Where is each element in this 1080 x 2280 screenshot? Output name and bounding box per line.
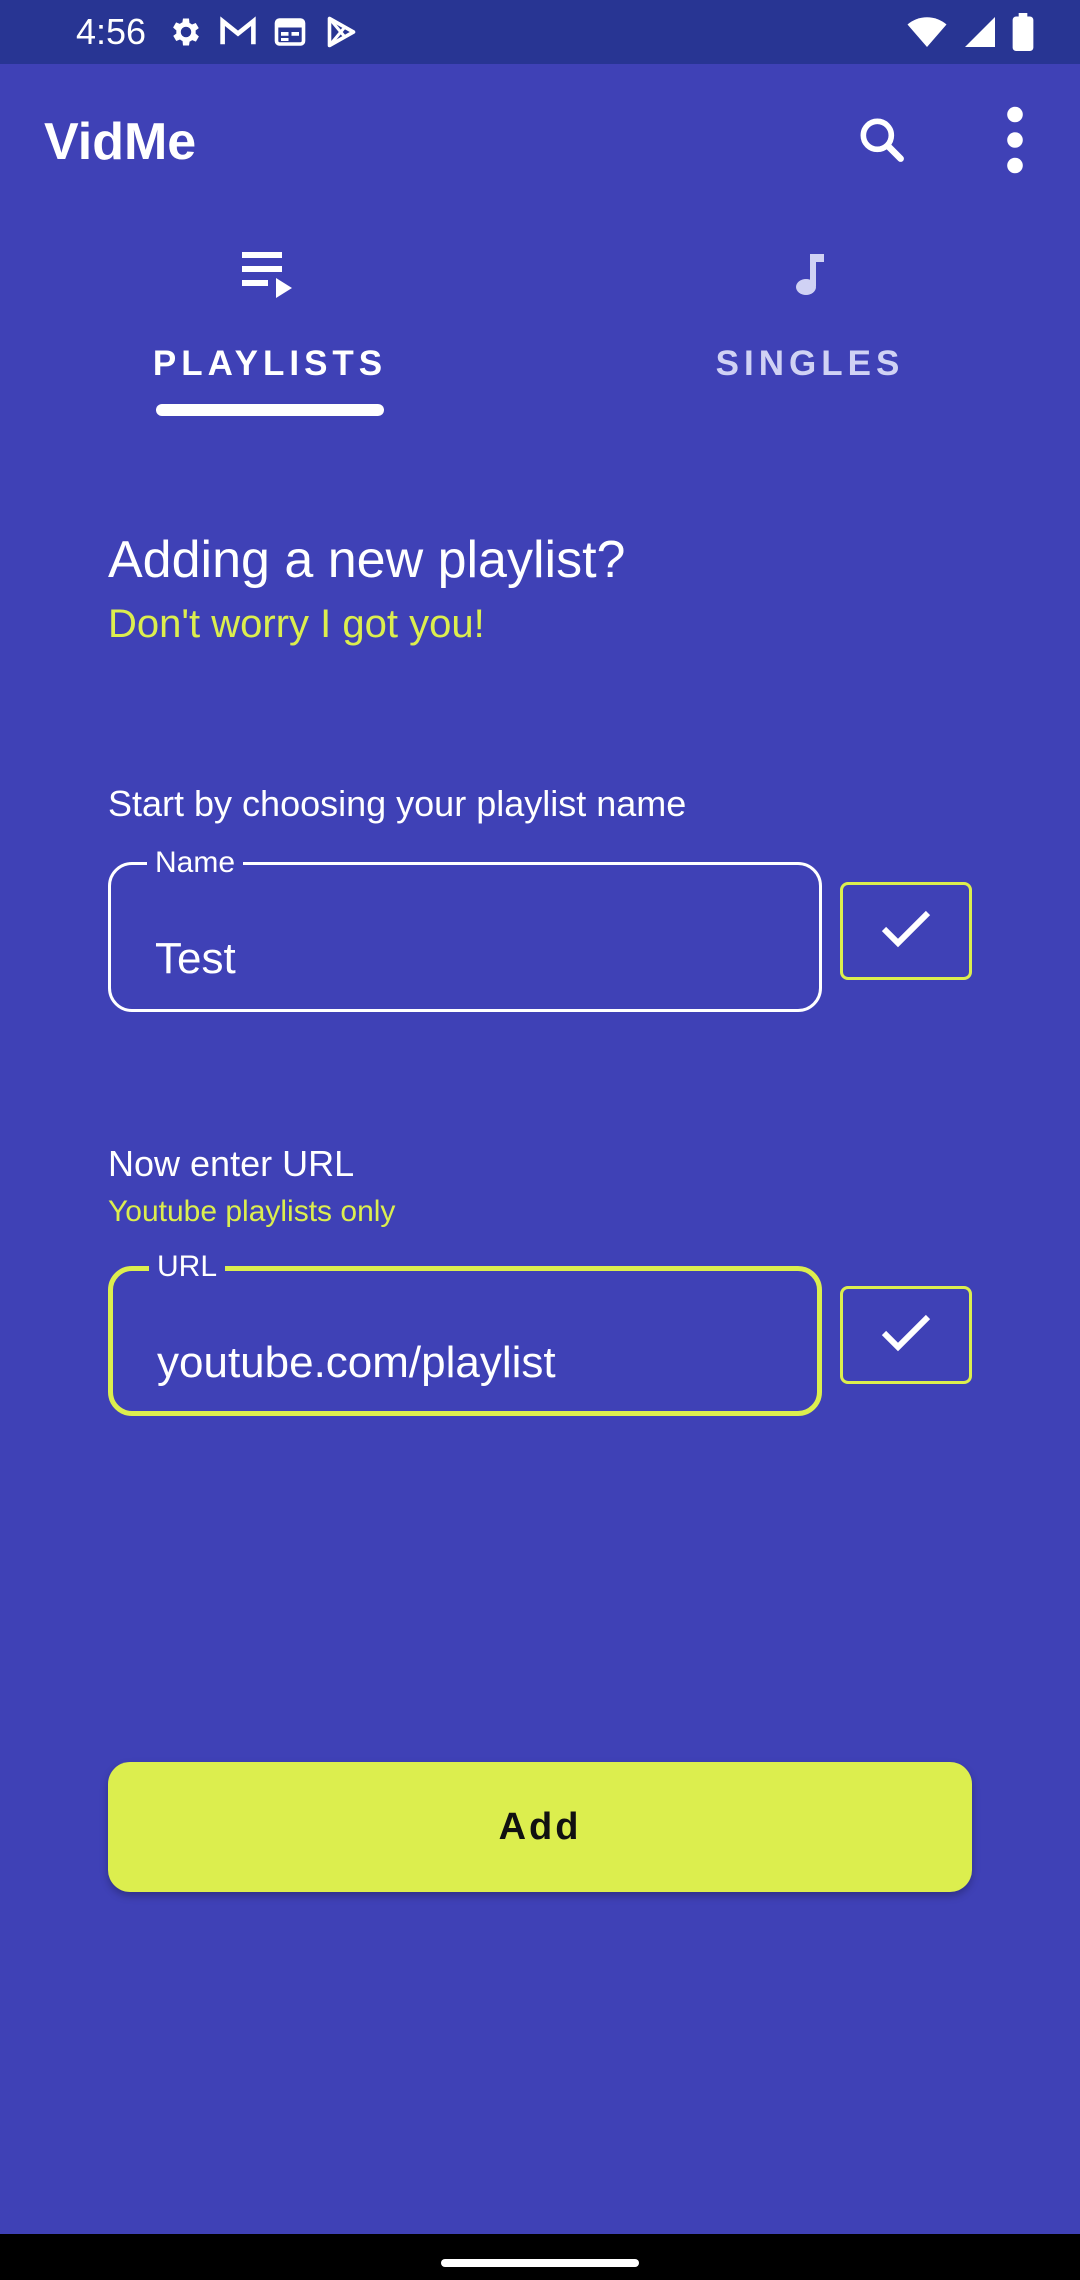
url-hint: Youtube playlists only: [108, 1195, 396, 1228]
form-heading: Adding a new playlist?: [108, 531, 626, 589]
check-icon: [878, 1311, 934, 1360]
settings-icon: [168, 14, 204, 55]
playlist-play-icon: [240, 248, 300, 305]
tab-singles-label: SINGLES: [715, 344, 905, 383]
music-note-icon: [790, 248, 830, 305]
name-input[interactable]: [155, 931, 775, 987]
calendar-icon: [272, 14, 308, 55]
tab-bar: PLAYLISTS SINGLES: [0, 224, 1080, 424]
more-options-button[interactable]: [980, 102, 1050, 182]
name-field-label: Name: [147, 845, 244, 881]
selected-tab-indicator: [156, 404, 384, 416]
status-icons-right: [906, 12, 1034, 56]
tab-playlists[interactable]: PLAYLISTS: [0, 224, 540, 424]
confirm-url-button[interactable]: [840, 1286, 972, 1384]
search-button[interactable]: [846, 106, 918, 178]
signal-icon: [962, 14, 998, 55]
tab-singles[interactable]: SINGLES: [540, 224, 1080, 424]
gmail-icon: [218, 14, 258, 55]
battery-icon: [1012, 12, 1034, 56]
search-icon: [854, 112, 910, 173]
app-bar: VidMe: [0, 64, 1080, 224]
add-button[interactable]: Add: [108, 1762, 972, 1892]
tab-playlists-icon-wrap: [0, 248, 540, 305]
tab-singles-icon-wrap: [540, 248, 1080, 305]
check-icon: [878, 907, 934, 956]
url-section-label: Now enter URL: [108, 1143, 355, 1184]
form-subheading: Don't worry I got you!: [108, 602, 485, 646]
url-field-label: URL: [149, 1249, 226, 1285]
play-store-icon: [322, 14, 358, 55]
status-icons-left: [168, 14, 358, 54]
wifi-icon: [906, 14, 948, 55]
url-input[interactable]: [157, 1335, 777, 1391]
home-gesture-handle[interactable]: [441, 2259, 639, 2267]
status-bar: 4:56: [0, 0, 1080, 64]
navigation-bar: [0, 2234, 1080, 2280]
url-field[interactable]: URL: [108, 1249, 822, 1416]
confirm-name-button[interactable]: [840, 882, 972, 980]
name-section-label: Start by choosing your playlist name: [108, 783, 687, 824]
app-title: VidMe: [44, 113, 197, 171]
more-vert-icon: [1003, 104, 1027, 181]
tab-playlists-label: PLAYLISTS: [152, 344, 388, 383]
status-time: 4:56: [76, 11, 147, 52]
name-field[interactable]: Name: [108, 845, 822, 1012]
